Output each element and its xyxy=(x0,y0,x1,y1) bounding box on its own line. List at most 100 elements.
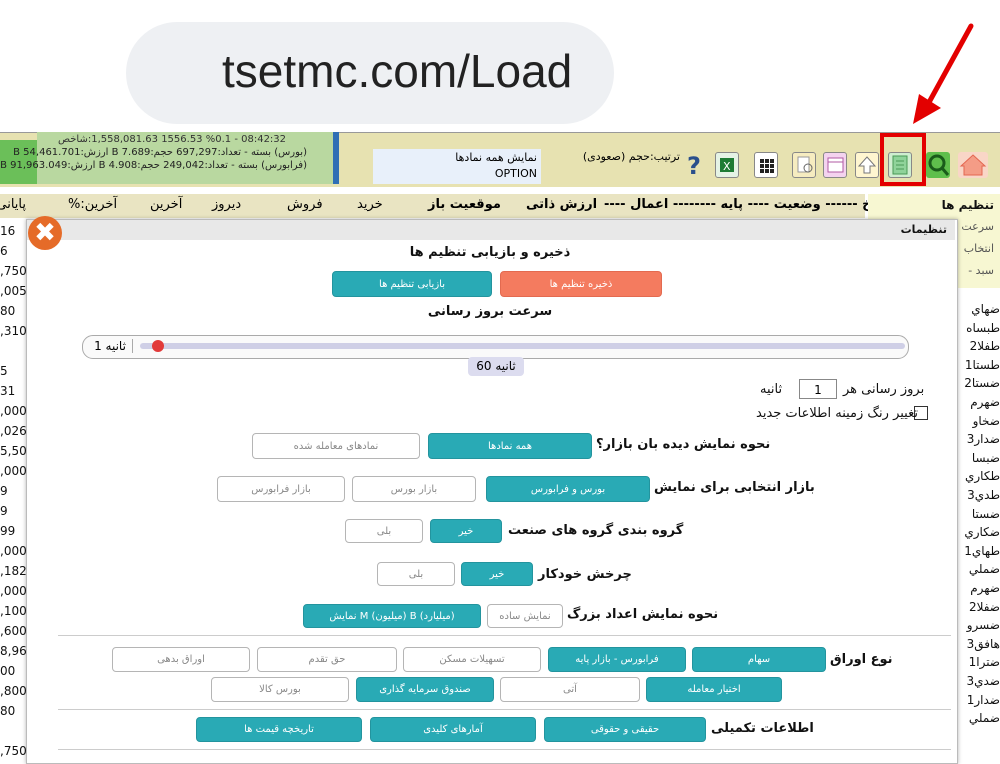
group-yes-button[interactable]: بلی xyxy=(345,519,423,543)
symbol-cell[interactable]: ضدار1 xyxy=(960,693,1000,707)
left-value-cell: ,000 xyxy=(0,584,26,598)
change-bg-label: تغییر رنگ زمینه اطلاعات جدید xyxy=(756,406,918,421)
save-settings-button[interactable]: ذخیره تنظیم ها xyxy=(500,271,662,297)
index-line: (فرابورس) بسته - تعداد:249,042 حجم:B 4.9… xyxy=(0,160,307,171)
svg-text:X: X xyxy=(723,160,731,173)
column-header-row: آخرین:% آخرین دیروز فروش خرید موقعیت باز… xyxy=(0,194,894,218)
report-icon[interactable] xyxy=(792,152,816,178)
watch-all-button[interactable]: همه نمادها xyxy=(428,433,592,459)
left-value-cell: 00 xyxy=(0,664,16,678)
symbol-cell[interactable]: ضدار3 xyxy=(960,432,1000,446)
rotate-yes-button[interactable]: بلی xyxy=(377,562,455,586)
up-arrow-icon[interactable] xyxy=(855,152,879,178)
market-bourse-button[interactable]: بازار بورس xyxy=(352,476,476,502)
left-value-cell: 16 xyxy=(0,224,16,238)
search-icon[interactable] xyxy=(926,152,950,178)
divider xyxy=(58,749,951,750)
sec-priority-button[interactable]: حق تقدم xyxy=(257,647,397,672)
close-icon[interactable]: ✖ xyxy=(28,216,62,250)
symbol-cell[interactable]: طبساه xyxy=(960,321,1000,335)
sec-fund-button[interactable]: صندوق سرمایه گذاری xyxy=(356,677,494,702)
col-header[interactable]: ارزش ذاتی xyxy=(526,197,597,212)
col-header[interactable]: آخرین xyxy=(150,197,182,212)
sec-stock-button[interactable]: سهام xyxy=(692,647,826,672)
rotate-label: چرخش خودکار xyxy=(538,567,632,582)
help-icon[interactable]: ? xyxy=(683,152,707,180)
calendar-icon[interactable] xyxy=(823,152,847,178)
watch-display-label: نحوه نمایش دیده بان بازار؟ xyxy=(596,437,771,452)
sec-debt-button[interactable]: اوراق بدهی xyxy=(112,647,250,672)
show-all-select[interactable]: نمایش همه نمادها OPTION xyxy=(373,149,541,184)
svg-text:?: ? xyxy=(687,152,701,178)
watch-traded-button[interactable]: نمادهای معامله شده xyxy=(252,433,420,459)
refresh-interval-input[interactable]: 1 xyxy=(799,379,837,399)
slider-thumb[interactable] xyxy=(152,340,164,352)
home-icon[interactable] xyxy=(958,152,988,178)
left-value-cell: ,000 xyxy=(0,404,26,418)
symbol-cell[interactable]: ضبسا xyxy=(960,451,1000,465)
left-value-cell: ,310 xyxy=(0,324,26,338)
bignum-mb-button[interactable]: نمایش M (میلیون) B (میلیارد) xyxy=(303,604,481,628)
symbol-cell[interactable]: طفلا2 xyxy=(960,339,1000,353)
col-header[interactable]: پایانی xyxy=(0,197,26,212)
extra-info-label: اطلاعات تکمیلی xyxy=(711,721,814,736)
left-value-cell: ,000 xyxy=(0,464,26,478)
symbol-cell[interactable]: ضهاي xyxy=(960,302,1000,316)
symbol-cell[interactable]: ضستا xyxy=(960,507,1000,521)
col-header[interactable]: فروش xyxy=(287,197,323,212)
symbol-cell[interactable]: ضفلا2 xyxy=(960,600,1000,614)
symbol-cell[interactable]: ضملي xyxy=(960,711,1000,725)
url-text: tsetmc.com/Load xyxy=(222,45,573,97)
symbol-cell[interactable]: طهاي1 xyxy=(960,544,1000,558)
col-header[interactable]: دیروز xyxy=(212,197,241,212)
market-farabourse-button[interactable]: بازار فرابورس xyxy=(217,476,345,502)
sec-commodity-button[interactable]: بورس کالا xyxy=(211,677,349,702)
symbol-cell[interactable]: ضستا2 xyxy=(960,376,1000,390)
symbol-cell[interactable]: ضملي xyxy=(960,562,1000,576)
restore-settings-button[interactable]: بازیابی تنظیم ها xyxy=(332,271,492,297)
divider xyxy=(58,635,951,636)
side-panel-line: سرعت xyxy=(961,220,994,233)
left-value-cell: 80 xyxy=(0,304,16,318)
left-value-cell: ,000 xyxy=(0,544,26,558)
symbol-cell[interactable]: ضخاو xyxy=(960,414,1000,428)
bignum-simple-button[interactable]: نمایش ساده xyxy=(487,604,563,628)
grid-icon[interactable] xyxy=(754,152,778,178)
market-label: بازار انتخابی برای نمایش xyxy=(654,480,815,495)
sec-futures-button[interactable]: آتی xyxy=(500,677,640,702)
sort-label[interactable]: ترتیب:حجم (صعودی) xyxy=(560,150,680,163)
sec-base-button[interactable]: فرابورس - بازار پایه xyxy=(548,647,686,672)
col-header[interactable]: آخرین:% xyxy=(68,197,117,212)
left-value-cell: 9 xyxy=(0,484,8,498)
left-value-cell: ,750 xyxy=(0,264,26,278)
extra-legal-button[interactable]: حقیقی و حقوقی xyxy=(544,717,706,742)
group-no-button[interactable]: خیر xyxy=(430,519,502,543)
symbol-cell[interactable]: طكاري xyxy=(960,469,1000,483)
market-both-button[interactable]: بورس و فرابورس xyxy=(486,476,650,502)
index-summary: 08:42:32 - %0.1 1556.53 1,558,081.63:شاخ… xyxy=(0,132,339,184)
symbol-cell[interactable]: هافق3 xyxy=(960,637,1000,651)
sec-housing-button[interactable]: تسهیلات مسکن xyxy=(403,647,541,672)
excel-icon[interactable]: X xyxy=(715,152,739,178)
index-line: 08:42:32 - %0.1 1556.53 1,558,081.63:شاخ… xyxy=(57,134,287,145)
left-value-cell: 80 xyxy=(0,704,16,718)
side-panel-line: سبد - xyxy=(968,264,994,277)
symbol-cell[interactable]: ضترا1 xyxy=(960,655,1000,669)
col-header[interactable]: تاریخ ------ وضعیت ---- پایه -------- اع… xyxy=(604,197,894,212)
extra-history-button[interactable]: تاریخچه قیمت ها xyxy=(196,717,362,742)
divider xyxy=(58,709,951,710)
col-header[interactable]: موقعیت باز xyxy=(428,197,501,212)
refresh-unit-label: ثانیه xyxy=(760,382,783,397)
symbol-cell[interactable]: ضكاري xyxy=(960,525,1000,539)
symbol-cell[interactable]: ضهرم xyxy=(960,395,1000,409)
symbol-cell[interactable]: طدي3 xyxy=(960,488,1000,502)
symbol-cell[interactable]: ضدي3 xyxy=(960,674,1000,688)
symbol-cell[interactable]: ضسرو xyxy=(960,618,1000,632)
col-header[interactable]: خرید xyxy=(357,197,383,212)
symbol-cell[interactable]: ضهرم xyxy=(960,581,1000,595)
sec-option-button[interactable]: اختیار معامله xyxy=(646,677,782,702)
symbol-cell[interactable]: طستا1 xyxy=(960,358,1000,372)
extra-stats-button[interactable]: آمارهای کلیدی xyxy=(370,717,536,742)
rotate-no-button[interactable]: خیر xyxy=(461,562,533,586)
left-value-cell: ,100 xyxy=(0,604,26,618)
